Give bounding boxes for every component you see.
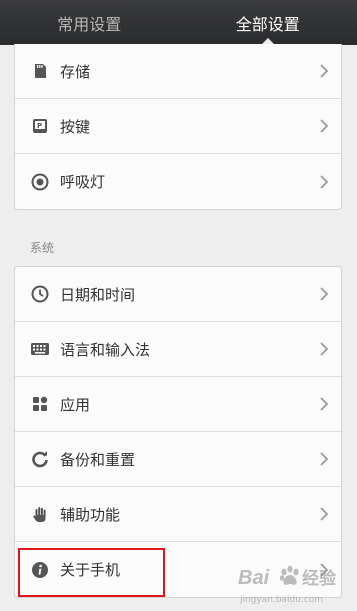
svg-text:jingyan.baidu.com: jingyan.baidu.com [239, 595, 323, 605]
settings-item-language-input[interactable]: 语言和输入法 [15, 322, 341, 377]
chevron-right-icon [320, 507, 329, 521]
chevron-right-icon [320, 174, 329, 189]
settings-item-label: 备份和重置 [60, 450, 136, 469]
backup-icon [30, 449, 50, 469]
settings-item-label: 应用 [60, 395, 91, 414]
settings-item-breathing-light[interactable]: 呼吸灯 [15, 154, 341, 209]
chevron-right-icon [320, 342, 329, 356]
settings-item-accessibility[interactable]: 辅助功能 [15, 487, 341, 542]
clock-icon [30, 284, 50, 304]
settings-item-label: 按键 [60, 117, 91, 136]
settings-item-date-time[interactable]: 日期和时间 [15, 267, 341, 322]
key-icon: P [30, 116, 50, 136]
hand-icon [30, 504, 50, 524]
chevron-right-icon [320, 64, 329, 78]
storage-icon [30, 61, 50, 81]
tab-all-settings[interactable]: 全部设置 [179, 0, 357, 45]
baidu-watermark-logo: Bai 经验 jingyan.baidu.com [238, 565, 337, 605]
chevron-right-icon [320, 119, 329, 133]
chevron-right-icon [320, 452, 329, 466]
settings-item-storage[interactable]: 存储 [15, 44, 341, 99]
settings-item-label: 呼吸灯 [60, 173, 106, 191]
settings-item-label: 辅助功能 [60, 505, 121, 524]
settings-item-backup-reset[interactable]: 备份和重置 [15, 432, 341, 487]
svg-text:P: P [37, 122, 42, 130]
chevron-right-icon [320, 287, 329, 301]
breathing-light-icon [30, 172, 50, 192]
settings-group-device: 存储 P 按键 呼吸灯 [14, 44, 342, 210]
svg-text:Bai: Bai [238, 567, 270, 589]
highlight-box [18, 548, 165, 597]
tab-common-settings[interactable]: 常用设置 [0, 0, 179, 45]
settings-item-label: 存储 [60, 62, 91, 81]
chevron-right-icon [320, 397, 329, 411]
apps-icon [30, 394, 50, 414]
settings-item-keys[interactable]: P 按键 [15, 99, 341, 154]
svg-text:经验: 经验 [302, 568, 337, 589]
settings-item-apps[interactable]: 应用 [15, 377, 341, 432]
keyboard-icon [30, 339, 50, 359]
settings-item-label: 日期和时间 [60, 285, 136, 304]
tab-bar: 常用设置 全部设置 [0, 0, 357, 45]
settings-item-label: 语言和输入法 [60, 340, 151, 359]
section-title-system: 系统 [30, 241, 55, 255]
